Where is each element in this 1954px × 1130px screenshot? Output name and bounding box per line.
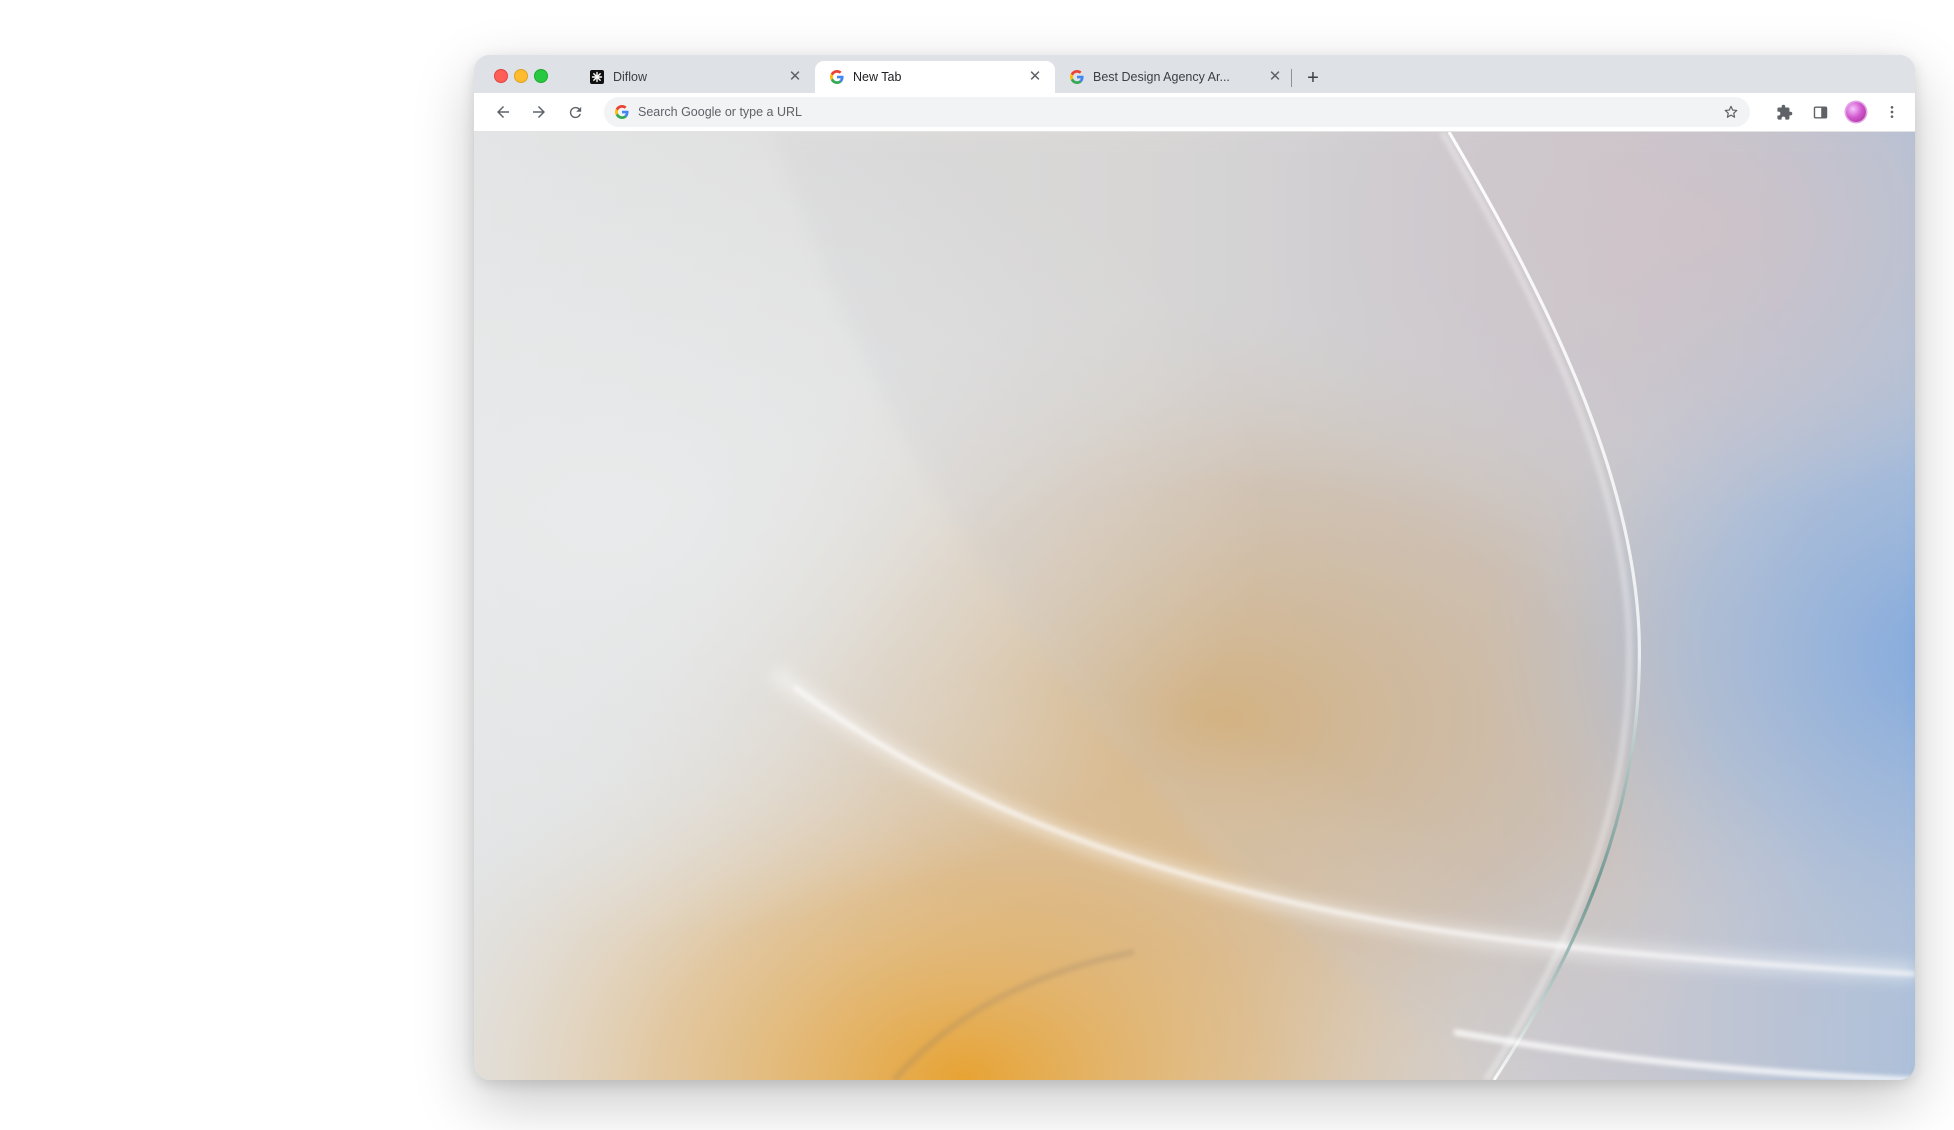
minimize-window-button[interactable]: [514, 69, 528, 83]
zoom-window-button[interactable]: [534, 69, 548, 83]
tab-strip: Diflow ✕ New Tab ✕ Best Design Agency Ar…: [474, 55, 1915, 93]
google-g-icon: [829, 69, 845, 85]
google-g-icon: [614, 104, 630, 120]
diflow-logo-icon: [589, 69, 605, 85]
browser-window: Diflow ✕ New Tab ✕ Best Design Agency Ar…: [474, 55, 1915, 1080]
extensions-puzzle-icon[interactable]: [1771, 99, 1797, 125]
close-tab-icon[interactable]: ✕: [1267, 69, 1283, 85]
tab-separator: [1291, 69, 1292, 87]
side-panel-icon[interactable]: [1807, 99, 1833, 125]
address-bar[interactable]: Search Google or type a URL: [604, 97, 1750, 127]
google-g-icon: [1069, 69, 1085, 85]
more-vert-icon[interactable]: [1879, 99, 1905, 125]
back-arrow-icon[interactable]: [490, 99, 516, 125]
tab-title: Best Design Agency Ar...: [1093, 70, 1230, 84]
new-tab-button[interactable]: +: [1301, 66, 1325, 90]
reload-icon[interactable]: [562, 99, 588, 125]
browser-toolbar: Search Google or type a URL: [474, 93, 1915, 132]
tab-diflow[interactable]: Diflow ✕: [575, 61, 815, 93]
omnibox-placeholder: Search Google or type a URL: [638, 105, 802, 119]
tab-best-design-agency[interactable]: Best Design Agency Ar... ✕: [1055, 61, 1295, 93]
tab-title: New Tab: [853, 70, 902, 84]
bookmark-star-icon[interactable]: [1722, 103, 1740, 121]
forward-arrow-icon[interactable]: [526, 99, 552, 125]
close-tab-icon[interactable]: ✕: [787, 69, 803, 85]
close-tab-icon[interactable]: ✕: [1027, 69, 1043, 85]
tab-title: Diflow: [613, 70, 648, 84]
profile-avatar[interactable]: [1846, 102, 1866, 122]
tab-new-tab[interactable]: New Tab ✕: [815, 61, 1055, 93]
new-tab-page-wallpaper: [474, 132, 1915, 1080]
close-window-button[interactable]: [494, 69, 508, 83]
wallpaper-art: [474, 132, 1915, 1080]
desktop-background: Diflow ✕ New Tab ✕ Best Design Agency Ar…: [0, 0, 1954, 1130]
